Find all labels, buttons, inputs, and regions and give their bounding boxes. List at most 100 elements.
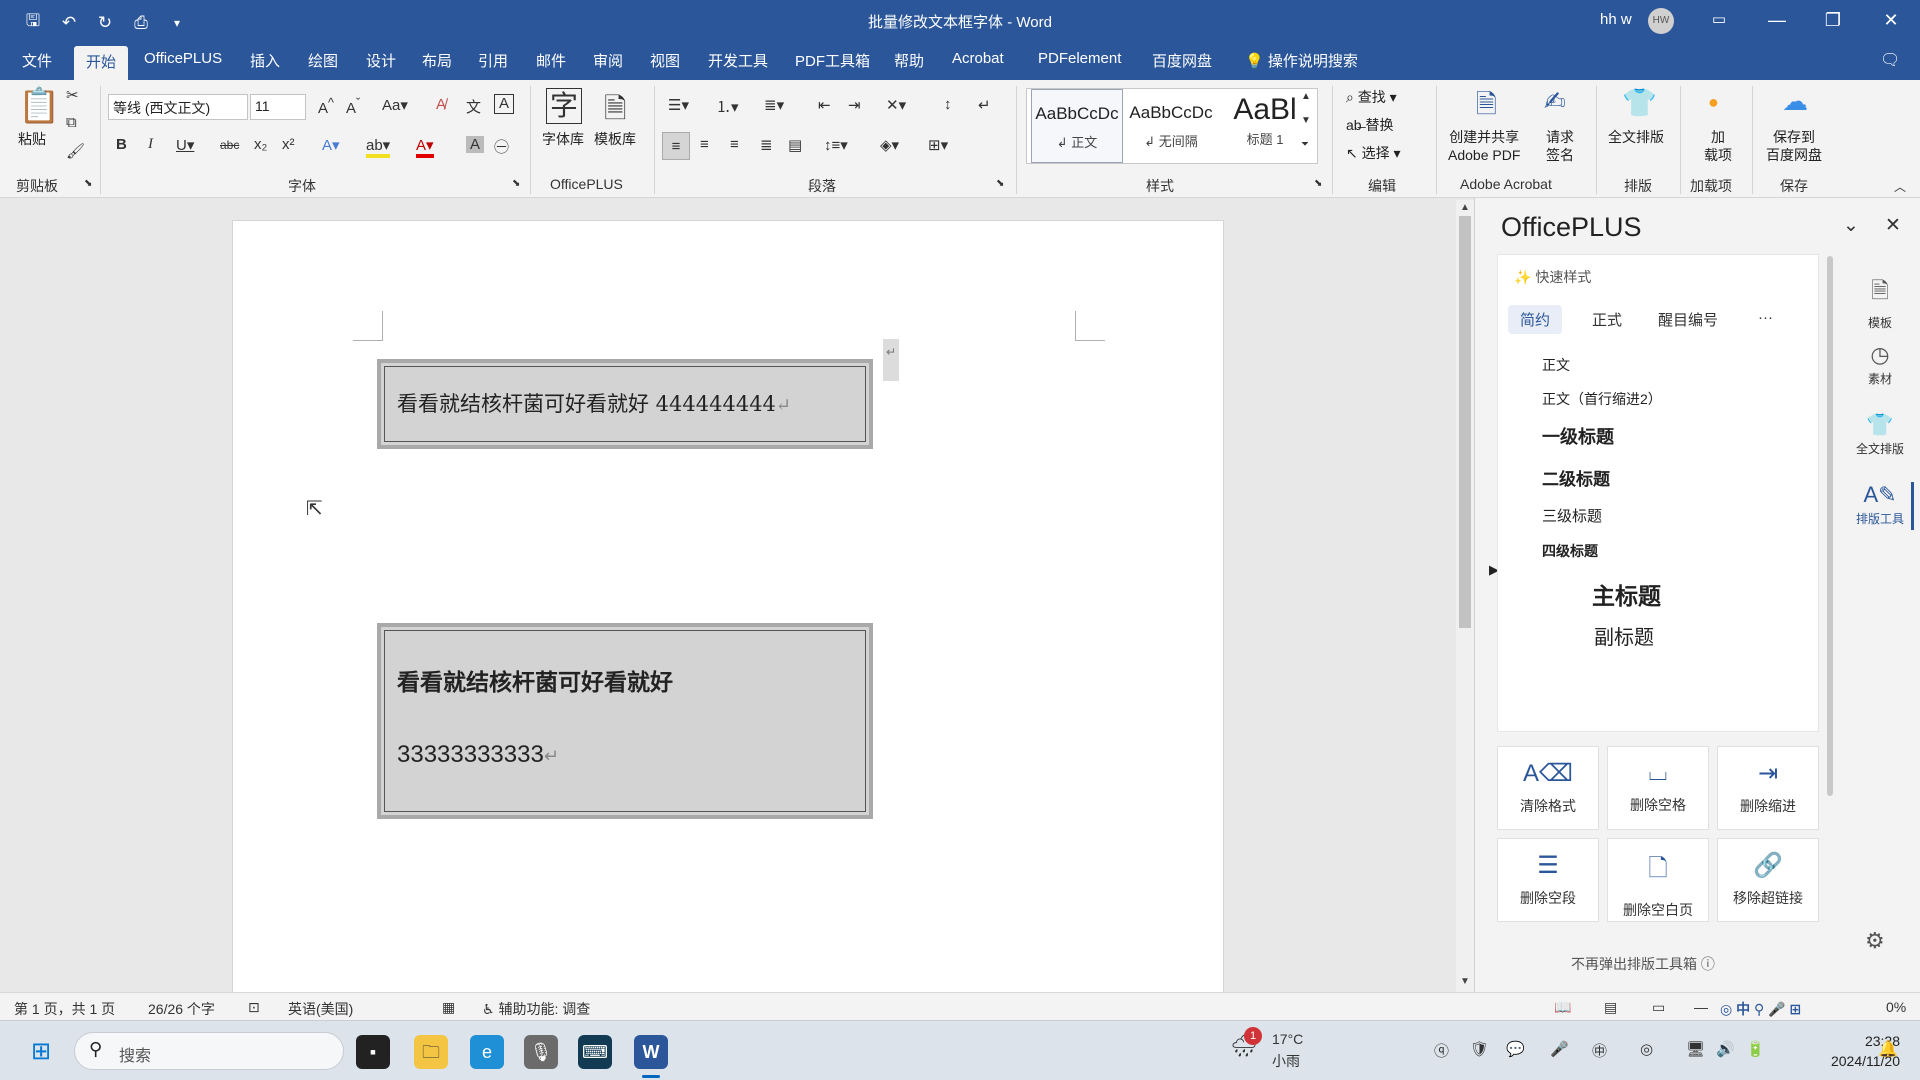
clear-format-button[interactable]: A⌫ 清除格式 — [1497, 746, 1599, 830]
word-app-icon[interactable]: W — [634, 1035, 668, 1069]
font-color-icon[interactable]: A▾ — [416, 136, 434, 158]
tab-pdf-toolbox[interactable]: PDF工具箱 — [795, 50, 870, 71]
word-count[interactable]: 26/26 个字 — [148, 999, 215, 1019]
borders-icon[interactable]: ⊞▾ — [928, 136, 948, 154]
request-signature-button[interactable]: 请求 签名 — [1546, 128, 1574, 164]
numbering-icon[interactable]: ⒈▾ — [716, 96, 739, 117]
paste-button[interactable]: 粘贴 — [18, 130, 46, 148]
close-icon[interactable]: ✕ — [1876, 6, 1906, 34]
rail-templates[interactable]: 🗎 模板 — [1845, 274, 1915, 331]
align-center-icon[interactable]: ≡ — [700, 136, 709, 153]
character-shading-icon[interactable]: A — [466, 136, 484, 153]
user-name[interactable]: hh w — [1600, 11, 1632, 28]
replace-button[interactable]: ab̶ 替换 — [1346, 116, 1393, 134]
tab-acrobat[interactable]: Acrobat — [952, 50, 1004, 67]
select-button[interactable]: ↖ 选择 ▾ — [1346, 144, 1401, 162]
font-size-combo[interactable]: 11 — [250, 94, 306, 120]
delete-blank-page-button[interactable]: 🗋 删除空白页 — [1607, 838, 1709, 922]
vertical-scrollbar[interactable]: ▲ ▼ — [1456, 200, 1474, 992]
full-layout-button[interactable]: 全文排版 — [1608, 128, 1664, 146]
scroll-up-icon[interactable]: ▲ — [1456, 202, 1474, 213]
delete-indent-button[interactable]: ⇥ 删除缩进 — [1717, 746, 1819, 830]
read-mode-icon[interactable]: 📖 — [1554, 999, 1571, 1016]
style-tab-simple[interactable]: 简约 — [1508, 305, 1563, 334]
battery-icon[interactable]: 🔋 — [1746, 1040, 1765, 1058]
paragraph-dialog-launcher-icon[interactable]: ⬊ — [996, 178, 1004, 189]
wechat-icon[interactable]: 💬 — [1506, 1040, 1525, 1058]
tell-me-search[interactable]: 💡 操作说明搜索 — [1245, 50, 1358, 71]
create-share-pdf-button[interactable]: 创建并共享 Adobe PDF — [1448, 128, 1520, 164]
tab-officeplus[interactable]: OfficePLUS — [144, 50, 222, 67]
ribbon-display-icon[interactable]: ▭ — [1704, 6, 1734, 34]
rail-materials[interactable]: ◷ 素材 — [1845, 342, 1915, 387]
print-layout-icon[interactable]: ▤ — [1604, 999, 1617, 1016]
tab-layout[interactable]: 布局 — [422, 50, 452, 71]
addin-icon[interactable]: ● — [1708, 92, 1719, 113]
styles-dialog-launcher-icon[interactable]: ⬊ — [1314, 178, 1322, 189]
sort-icon[interactable]: ↕ — [944, 96, 952, 113]
font-name-combo[interactable]: 等线 (西文正文) — [108, 94, 248, 120]
tab-insert[interactable]: 插入 — [250, 50, 280, 71]
anchor-icon[interactable]: ↵ — [883, 339, 899, 381]
font-dialog-launcher-icon[interactable]: ⬊ — [512, 178, 520, 189]
style-item-h4[interactable]: 四级标题 — [1542, 541, 1598, 561]
dialog-launcher-icon[interactable]: ⬊ — [84, 178, 92, 189]
change-case-icon[interactable]: Aa▾ — [382, 96, 408, 114]
copy-icon[interactable]: ⧉ — [66, 114, 77, 131]
cut-icon[interactable]: ✂ — [66, 86, 79, 104]
gallery-more-icon[interactable]: ⏷ — [1301, 139, 1309, 150]
format-painter-icon[interactable]: 🖌 — [66, 142, 85, 160]
font-library-icon[interactable]: 字 — [546, 88, 582, 124]
tab-developer[interactable]: 开发工具 — [708, 50, 768, 71]
distributed-icon[interactable]: ▤ — [788, 136, 802, 154]
tab-help[interactable]: 帮助 — [894, 50, 924, 71]
multilevel-list-icon[interactable]: ≣▾ — [764, 96, 784, 114]
bullets-icon[interactable]: ☰▾ — [668, 96, 689, 114]
shrink-font-icon[interactable]: Aˇ — [346, 96, 360, 117]
macro-icon[interactable]: ▦ — [442, 999, 455, 1016]
panel-close-icon[interactable]: ✕ — [1885, 214, 1901, 237]
create-pdf-icon[interactable]: 🗎 — [1476, 86, 1497, 130]
chevron-down-icon[interactable]: ⌄ — [1843, 214, 1859, 237]
tab-review[interactable]: 审阅 — [593, 50, 623, 71]
web-layout-icon[interactable]: ▭ — [1652, 999, 1665, 1016]
accessibility-status[interactable]: ♿ 辅助功能: 调查 — [482, 999, 590, 1019]
tab-draw[interactable]: 绘图 — [308, 50, 338, 71]
style-normal[interactable]: AaBbCcDc ↲ 正文 — [1031, 89, 1123, 163]
text-box-2[interactable]: 看看就结核杆菌可好看就好 33333333333↵ — [377, 623, 873, 819]
app-icon[interactable]: 🎙 — [524, 1035, 558, 1069]
proofing-icon[interactable]: ⊡ — [248, 999, 260, 1016]
tab-file[interactable]: 文件 — [22, 50, 52, 71]
ifly-tray-icon[interactable]: ◎ — [1640, 1040, 1653, 1058]
tray-app-icon[interactable]: ⓠ — [1434, 1040, 1449, 1061]
find-button[interactable]: ⌕ 查找 ▾ — [1346, 88, 1397, 106]
task-view-icon[interactable]: ▪ — [356, 1035, 390, 1069]
rail-full-layout[interactable]: 👕 全文排版 — [1845, 412, 1915, 457]
template-library-icon[interactable]: 🗎 — [604, 88, 627, 136]
request-signature-icon[interactable]: ✍ — [1544, 86, 1566, 117]
justify-icon[interactable]: ≣ — [760, 136, 773, 154]
tab-baidu[interactable]: 百度网盘 — [1152, 50, 1212, 71]
bold-icon[interactable]: B — [116, 136, 127, 153]
zoom-out-icon[interactable]: — — [1694, 999, 1708, 1015]
style-item-main-title[interactable]: 主标题 — [1592, 577, 1661, 611]
page-count[interactable]: 第 1 页，共 1 页 — [14, 999, 115, 1019]
remove-hyperlinks-button[interactable]: 🔗 移除超链接 — [1717, 838, 1819, 922]
style-item-body[interactable]: 正文 — [1542, 355, 1570, 375]
style-heading-1[interactable]: AaBl 标题 1 — [1219, 89, 1311, 163]
edge-icon[interactable]: e — [470, 1035, 504, 1069]
scroll-thumb[interactable] — [1459, 216, 1471, 628]
tab-references[interactable]: 引用 — [478, 50, 508, 71]
character-border-icon[interactable]: A — [494, 94, 514, 114]
panel-scrollbar[interactable] — [1827, 256, 1833, 796]
tab-pdfelement[interactable]: PDFelement — [1038, 50, 1121, 67]
tab-mailings[interactable]: 邮件 — [536, 50, 566, 71]
windows-start-icon[interactable]: ⊞ — [24, 1035, 58, 1069]
style-no-spacing[interactable]: AaBbCcDc ↲ 无间隔 — [1125, 89, 1217, 163]
settings-gear-icon[interactable]: ⚙ — [1865, 928, 1885, 954]
baidu-cloud-icon[interactable]: ☁ — [1782, 86, 1808, 117]
weather-desc[interactable]: 小雨 — [1272, 1051, 1300, 1071]
style-tab-formal[interactable]: 正式 — [1592, 309, 1622, 330]
ime-toolbar[interactable]: ◎ 中 ⚲ 🎤 ⊞ — [1720, 999, 1801, 1019]
enclose-characters-icon[interactable]: ㊀ — [494, 136, 509, 157]
